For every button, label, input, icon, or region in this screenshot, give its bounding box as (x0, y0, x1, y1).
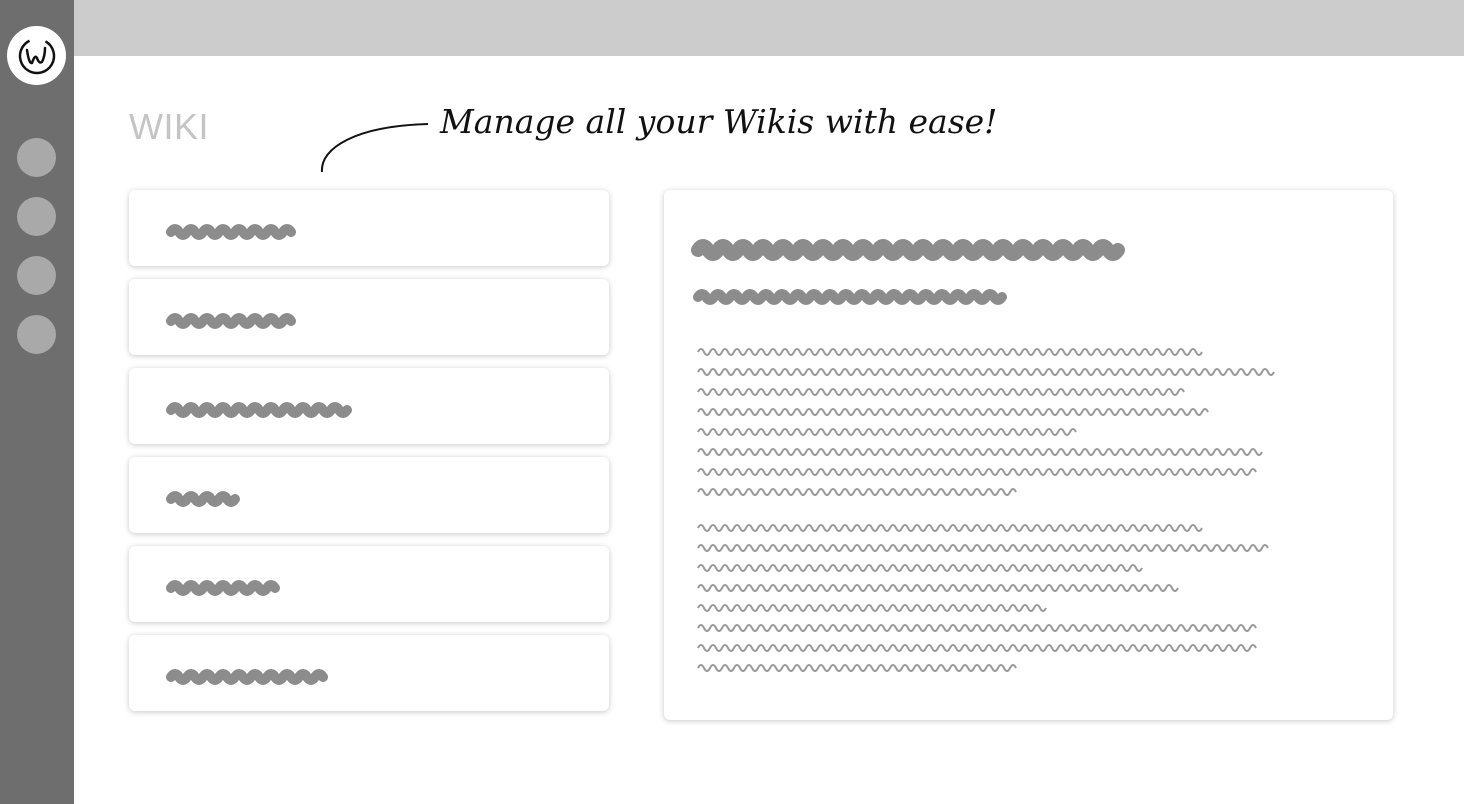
callout-arrow-icon (320, 123, 429, 173)
placeholder-text (166, 402, 352, 418)
nav-item-2-icon[interactable] (17, 197, 56, 236)
placeholder-text (166, 580, 280, 596)
top-bar (74, 0, 1464, 56)
placeholder-text (166, 224, 296, 240)
sidebar (0, 0, 74, 804)
nav-item-4-icon[interactable] (17, 315, 56, 354)
tagline: Manage all your Wikis with ease! (440, 102, 998, 141)
page-title: WIKI (129, 106, 209, 147)
wiki-list-item[interactable] (129, 546, 609, 622)
wiki-logo-icon[interactable] (7, 26, 66, 85)
wiki-detail-card (664, 190, 1393, 720)
wiki-list-item[interactable] (129, 635, 609, 711)
wiki-list-item[interactable] (129, 190, 609, 266)
wiki-list-item[interactable] (129, 279, 609, 355)
nav-item-1-icon[interactable] (17, 138, 56, 177)
placeholder-content (691, 239, 1275, 672)
placeholder-text (166, 669, 328, 685)
placeholder-text (166, 313, 296, 329)
wiki-list-item[interactable] (129, 368, 609, 444)
wiki-list-item[interactable] (129, 457, 609, 533)
nav-item-3-icon[interactable] (17, 256, 56, 295)
placeholder-text (166, 491, 240, 507)
